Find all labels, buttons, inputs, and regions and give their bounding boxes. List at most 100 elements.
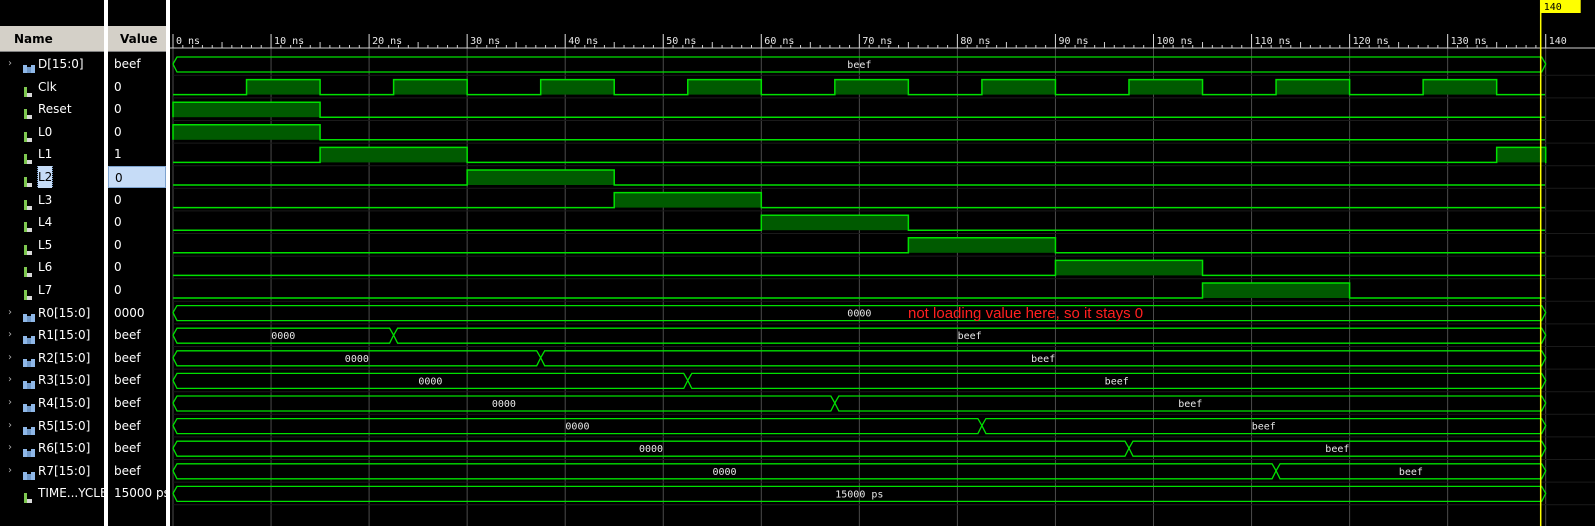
signal-value-cell[interactable]: 15000 ps: [108, 482, 166, 504]
bus-value-label: 0000: [565, 422, 589, 433]
high-fill: [467, 170, 615, 185]
waveform-canvas[interactable]: 0 ns 10 ns 20 ns 30 ns 40 ns 50 ns 60 ns 70 ns 8…: [170, 0, 1595, 526]
signal-name-label: L0: [38, 124, 53, 139]
signal-name-label: Reset: [38, 102, 72, 117]
ruler-tick-label: 90 ns: [1058, 36, 1088, 47]
signal-name-label: R3[15:0]: [38, 373, 91, 388]
expand-chevron-icon[interactable]: ›: [8, 53, 12, 75]
expand-chevron-icon[interactable]: ›: [8, 324, 12, 346]
bit-signal-icon: [23, 104, 33, 120]
value-column-header[interactable]: Value: [108, 26, 166, 52]
signal-value-cell[interactable]: 0: [108, 121, 166, 143]
signal-name-label: L4: [38, 215, 53, 230]
bus-signal-icon: [23, 59, 35, 73]
high-fill: [540, 79, 615, 95]
ruler-tick-label: 110 ns: [1255, 36, 1291, 47]
expand-chevron-icon[interactable]: ›: [8, 347, 12, 369]
signal-name-row[interactable]: › R1[15:0]: [0, 324, 104, 346]
signal-name-label: D[15:0]: [38, 57, 84, 71]
signal-value-cell[interactable]: beef: [108, 324, 166, 346]
time-cursor[interactable]: 140: [1539, 0, 1581, 526]
signal-value-cell[interactable]: beef: [108, 437, 166, 459]
signal-value-cell[interactable]: beef: [108, 347, 166, 369]
signal-name-row[interactable]: › R4[15:0]: [0, 392, 104, 414]
expand-chevron-icon[interactable]: ›: [8, 415, 12, 437]
bus-value-label: beef: [1252, 422, 1276, 433]
signal-value-cell[interactable]: 0: [108, 166, 166, 188]
bus-signal-icon: [23, 488, 33, 504]
signal-name-row[interactable]: L1: [0, 143, 104, 165]
ruler-tick-label: 120 ns: [1353, 36, 1389, 47]
expand-chevron-icon[interactable]: ›: [8, 369, 12, 391]
signal-name-row[interactable]: › R7[15:0]: [0, 460, 104, 482]
signal-value-cell[interactable]: beef: [108, 392, 166, 414]
signal-name-row[interactable]: Clk: [0, 76, 104, 98]
ruler-tick-label: 50 ns: [666, 36, 696, 47]
name-column-header[interactable]: Name: [0, 26, 104, 52]
time-ruler: 0 ns 10 ns 20 ns 30 ns 40 ns 50 ns 60 ns 70 ns 8…: [170, 34, 1595, 49]
signal-name-label: R5[15:0]: [38, 418, 91, 433]
signal-value-cell[interactable]: 0: [108, 234, 166, 256]
signal-value-cell[interactable]: beef: [108, 53, 166, 75]
signal-name-label: L1: [38, 147, 53, 162]
ruler-tick-label: 100 ns: [1157, 36, 1193, 47]
bus-value-label: beef: [1325, 444, 1349, 455]
signal-name-row[interactable]: › R6[15:0]: [0, 437, 104, 459]
bit-signal-icon: [23, 285, 33, 300]
bit-signal-icon: [23, 240, 33, 255]
expand-chevron-icon[interactable]: ›: [8, 392, 12, 414]
signal-name-label: TIME...YCLE: [38, 486, 104, 501]
high-fill: [246, 79, 321, 95]
signal-name-row[interactable]: L2: [0, 166, 104, 188]
bit-signal-icon: [23, 127, 33, 142]
high-fill: [908, 237, 1056, 253]
signal-name-row[interactable]: L3: [0, 189, 104, 211]
signal-name-row[interactable]: L5: [0, 234, 104, 256]
expand-chevron-icon[interactable]: ›: [8, 437, 12, 459]
signal-name-row[interactable]: L6: [0, 256, 104, 278]
high-fill: [1202, 283, 1350, 298]
bit-signal-icon: [23, 172, 33, 187]
signal-value-cell[interactable]: 0: [108, 279, 166, 301]
signal-value-cell[interactable]: beef: [108, 460, 166, 482]
signal-name-label: L7: [38, 283, 53, 297]
signal-value-cell[interactable]: beef: [108, 369, 166, 391]
name-column: Name › D[15:0] Clk Reset L0 L1 L2 L3 L4 L5 L6 L7 › R0…: [0, 0, 106, 526]
signal-value-cell[interactable]: 0: [108, 189, 166, 211]
expand-chevron-icon[interactable]: ›: [8, 460, 12, 482]
signal-name-label: L6: [38, 260, 53, 275]
signal-value-cell[interactable]: 0000: [108, 302, 166, 324]
signal-name-row[interactable]: › R2[15:0]: [0, 347, 104, 369]
ruler-tick-label: 80 ns: [960, 36, 990, 47]
bus-value-label: 0000: [492, 399, 516, 410]
signal-name-row[interactable]: L7: [0, 279, 104, 301]
signal-value-cell[interactable]: 1: [108, 143, 166, 165]
signal-name-row[interactable]: Reset: [0, 98, 104, 120]
expand-chevron-icon[interactable]: ›: [8, 302, 12, 324]
bus-value-label: beef: [1031, 354, 1055, 365]
bit-signal-icon: [23, 262, 33, 278]
ruler-tick-label: 70 ns: [862, 36, 892, 47]
bit-signal-icon: [23, 217, 33, 233]
high-fill: [1496, 147, 1546, 163]
signal-name-row[interactable]: L0: [0, 121, 104, 143]
signal-name-row[interactable]: TIME...YCLE: [0, 482, 104, 504]
high-fill: [1423, 79, 1497, 95]
high-fill: [173, 102, 321, 118]
signal-name-row[interactable]: L4: [0, 211, 104, 233]
signal-name-row[interactable]: › R3[15:0]: [0, 369, 104, 391]
signal-name-label: R4[15:0]: [38, 396, 91, 410]
high-fill: [393, 79, 468, 95]
signal-name-row[interactable]: › R5[15:0]: [0, 415, 104, 437]
signal-value-cell[interactable]: beef: [108, 415, 166, 437]
time-grid: [172, 34, 1595, 526]
signal-value-cell[interactable]: 0: [108, 76, 166, 98]
signal-value-cell[interactable]: 0: [108, 98, 166, 120]
high-fill: [1128, 79, 1203, 95]
signal-name-row[interactable]: › R0[15:0]: [0, 302, 104, 324]
signal-name-label: R7[15:0]: [38, 463, 91, 478]
signal-name-row[interactable]: › D[15:0]: [0, 53, 104, 75]
signal-value-cell[interactable]: 0: [108, 256, 166, 278]
signal-value-cell[interactable]: 0: [108, 211, 166, 233]
high-fill: [614, 192, 762, 208]
